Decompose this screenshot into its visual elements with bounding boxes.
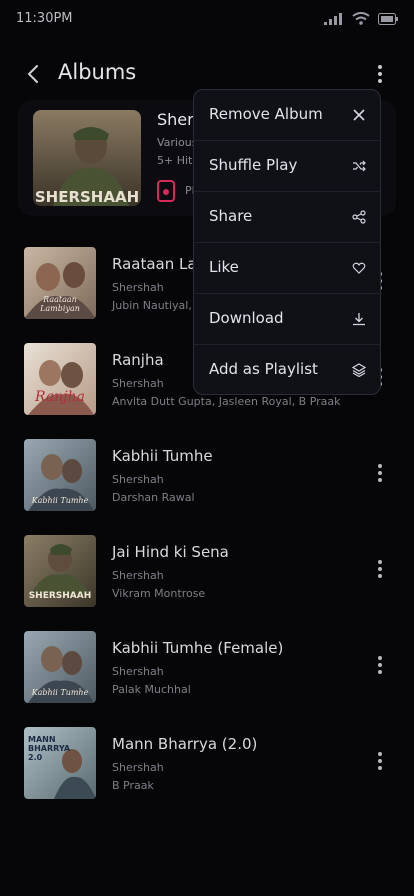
track-more-icon[interactable] [370,559,390,579]
album-cover-art: SHERSHAAH [33,110,141,206]
shuffle-icon [353,160,366,172]
track-art: Ranjha [24,343,96,415]
track-art-text: Raataan Lambiyan [40,295,80,313]
track-art-text: MANN BHARRYA 2.0 [28,735,71,762]
track-artist: B Praak [112,779,154,792]
menu-item-add-as-playlist[interactable]: Add as Playlist [194,345,380,394]
track-art: Raataan Lambiyan [24,247,96,319]
track-art: SHERSHAAH [24,535,96,607]
heart-icon [352,262,366,274]
track-artist: Darshan Rawal [112,491,195,504]
battery-icon [378,12,398,25]
more-options-icon[interactable] [370,64,390,84]
track-row[interactable]: MANN BHARRYA 2.0 Mann Bharrya (2.0) Sher… [0,727,414,805]
album-options-menu: Remove Album Shuffle Play Share Like Dow… [193,89,381,395]
track-album: Shershah [112,761,164,774]
signal-icon [324,12,342,25]
download-icon [353,313,365,326]
track-title: Mann Bharrya (2.0) [112,735,258,753]
track-row[interactable]: Kabhii Tumhe Kabhii Tumhe Shershah Darsh… [0,439,414,517]
close-icon [353,109,365,121]
status-icons [324,12,398,25]
track-title: Ranjha [112,351,164,369]
menu-item-download[interactable]: Download [194,294,380,345]
wifi-icon [352,12,370,25]
track-title: Kabhii Tumhe (Female) [112,639,284,657]
track-album: Shershah [112,281,164,294]
track-art: MANN BHARRYA 2.0 [24,727,96,799]
menu-item-shuffle-play[interactable]: Shuffle Play [194,141,380,192]
track-art: Kabhii Tumhe [24,631,96,703]
page-title: Albums [58,60,137,84]
track-album: Shershah [112,569,164,582]
track-album: Shershah [112,377,164,390]
track-art-text: Ranjha [35,389,85,405]
track-row[interactable]: SHERSHAAH Jai Hind ki Sena Shershah Vikr… [0,535,414,613]
track-row[interactable]: Kabhii Tumhe Kabhii Tumhe (Female) Shers… [0,631,414,709]
track-more-icon[interactable] [370,655,390,675]
album-cover-text: SHERSHAAH [35,188,139,206]
status-bar: 11:30PM [0,0,414,36]
menu-item-label: Download [209,309,284,327]
speaker-icon [157,180,175,202]
menu-item-like[interactable]: Like [194,243,380,294]
track-album: Shershah [112,665,164,678]
track-artist: Vikram Montrose [112,587,206,600]
track-more-icon[interactable] [370,463,390,483]
track-art: Kabhii Tumhe [24,439,96,511]
track-art-text: Kabhii Tumhe [31,496,89,505]
back-arrow-icon[interactable] [22,62,46,86]
menu-item-label: Shuffle Play [209,156,298,174]
app-header: Albums [0,56,414,92]
share-icon [352,210,366,224]
menu-item-label: Remove Album [209,105,323,123]
track-artist: Palak Muchhal [112,683,191,696]
menu-item-share[interactable]: Share [194,192,380,243]
track-album: Shershah [112,473,164,486]
track-title: Kabhii Tumhe [112,447,213,465]
status-time: 11:30PM [16,11,73,26]
layers-icon [352,363,366,377]
menu-item-remove-album[interactable]: Remove Album [194,90,380,141]
track-art-text: SHERSHAAH [28,591,92,601]
track-artist: Anvita Dutt Gupta, Jasleen Royal, B Praa… [112,395,341,408]
menu-item-label: Like [209,258,239,276]
menu-item-label: Share [209,207,253,225]
track-more-icon[interactable] [370,751,390,771]
track-art-text: Kabhii Tumhe [31,688,89,697]
track-title: Jai Hind ki Sena [112,543,229,561]
menu-item-label: Add as Playlist [209,360,318,378]
